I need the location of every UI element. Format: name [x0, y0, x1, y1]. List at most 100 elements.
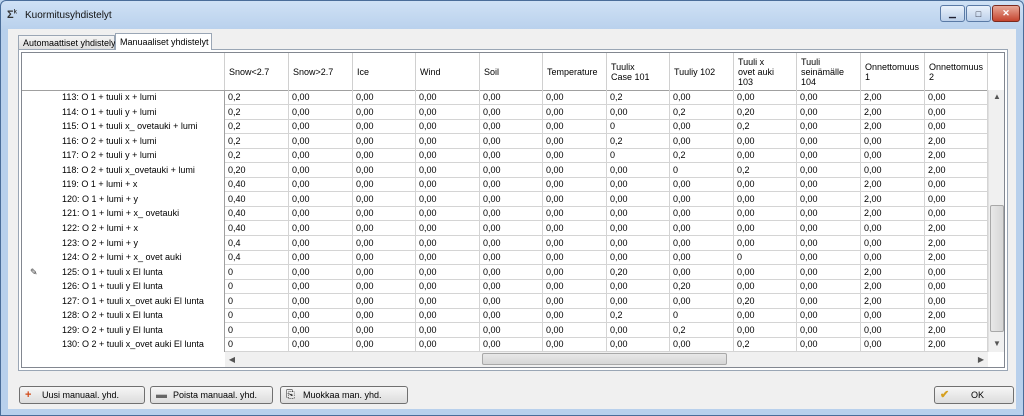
grid-cell[interactable]: 0,00 — [543, 322, 607, 338]
grid-cell[interactable]: 0,00 — [416, 250, 480, 266]
column-header[interactable]: Temperature — [543, 53, 607, 90]
grid-cell[interactable]: 0,00 — [861, 148, 925, 164]
table-row[interactable]: 123: O 2 + lumi + y 0,4 0,00 0,00 0,00 0,00 0,… — [22, 235, 997, 251]
grid-cell[interactable]: 0,00 — [797, 322, 861, 338]
grid-cell[interactable]: 0,00 — [416, 104, 480, 120]
grid-cell[interactable]: 0,2 — [670, 148, 734, 164]
grid-cell[interactable]: 2,00 — [861, 104, 925, 120]
grid-cell[interactable]: 0,00 — [543, 264, 607, 280]
column-header[interactable]: Wind — [416, 53, 480, 90]
grid-cell[interactable]: 0,00 — [670, 235, 734, 251]
grid-cell[interactable]: 0,00 — [543, 220, 607, 236]
grid-cell[interactable]: 0,00 — [543, 279, 607, 295]
table-row[interactable]: 116: O 2 + tuuli x + lumi 0,2 0,00 0,00 0,00… — [22, 133, 997, 149]
grid-cell[interactable]: 0,00 — [734, 148, 797, 164]
grid-cell[interactable]: 0,00 — [797, 279, 861, 295]
grid-cell[interactable]: 0,00 — [670, 90, 734, 105]
horizontal-scrollbar[interactable]: ◀ ▶ — [225, 352, 988, 367]
grid-cell[interactable]: 2,00 — [925, 308, 988, 324]
grid-cell[interactable]: 0,00 — [543, 119, 607, 135]
grid-cell[interactable]: 0,00 — [416, 264, 480, 280]
grid-cell[interactable]: 0,2 — [225, 90, 289, 105]
grid-cell[interactable]: 0,00 — [861, 337, 925, 353]
table-row[interactable]: 128: O 2 + tuuli x El lunta 0 0,00 0,00 0,00… — [22, 308, 997, 324]
grid-cell[interactable]: 0,00 — [480, 119, 543, 135]
grid-cell[interactable]: 0,00 — [861, 133, 925, 149]
column-header[interactable]: Snow>2.7 — [289, 53, 353, 90]
grid-cell[interactable]: 0,00 — [416, 191, 480, 207]
row-header[interactable]: 123: O 2 + lumi + y — [22, 235, 225, 251]
title-bar[interactable]: Σk Kuormitusyhdistelyt ▁ □ ✕ — [1, 1, 1023, 29]
column-header[interactable]: Tuuli x ovet auki 103 — [734, 53, 797, 90]
edit-manual-combination-button[interactable]: ⎘ Muokkaa man. yhd. — [280, 386, 408, 404]
grid-cell[interactable]: 0,2 — [734, 337, 797, 353]
table-row[interactable]: 121: O 1 + lumi + x_ ovetauki 0,40 0,00 0,0… — [22, 206, 997, 222]
grid-cell[interactable]: 0,00 — [416, 133, 480, 149]
grid-cell[interactable]: 0,2 — [607, 308, 670, 324]
grid-cell[interactable]: 0,00 — [543, 133, 607, 149]
row-header[interactable]: 116: O 2 + tuuli x + lumi — [22, 133, 225, 149]
grid-cell[interactable]: 0,2 — [670, 322, 734, 338]
grid-cell[interactable]: 0 — [225, 279, 289, 295]
grid-cell[interactable]: 0,00 — [289, 264, 353, 280]
table-row[interactable]: 122: O 2 + lumi + x 0,40 0,00 0,00 0,00 0,00 0… — [22, 220, 997, 236]
grid-cell[interactable]: 0,40 — [225, 177, 289, 193]
grid-cell[interactable]: 0,00 — [480, 90, 543, 105]
grid-cell[interactable]: 0,4 — [225, 235, 289, 251]
grid-cell[interactable]: 0,00 — [353, 177, 416, 193]
grid-cell[interactable]: 0,00 — [543, 177, 607, 193]
grid-cell[interactable]: 0,00 — [543, 104, 607, 120]
grid-cell[interactable]: 0,00 — [353, 90, 416, 105]
grid-cell[interactable]: 0,00 — [797, 162, 861, 178]
grid-cell[interactable]: 0,00 — [289, 206, 353, 222]
grid-cell[interactable]: 0,00 — [416, 220, 480, 236]
table-row[interactable]: 124: O 2 + lumi + x_ ovet auki 0,4 0,00 0,0… — [22, 250, 997, 266]
grid-cell[interactable]: 0,20 — [225, 162, 289, 178]
grid-cell[interactable]: 0,2 — [225, 148, 289, 164]
grid-cell[interactable]: 0,00 — [607, 322, 670, 338]
horizontal-scroll-thumb[interactable] — [482, 353, 727, 365]
tab-manual[interactable]: Manuaaliset yhdistelyt — [115, 33, 212, 50]
column-header[interactable]: Soil — [480, 53, 543, 90]
row-header[interactable]: 114: O 1 + tuuli y + lumi — [22, 104, 225, 120]
table-row[interactable]: 129: O 2 + tuuli y El lunta 0 0,00 0,00 0,00… — [22, 322, 997, 338]
grid-cell[interactable]: 2,00 — [925, 322, 988, 338]
column-header[interactable]: Tuulix Case 101 — [607, 53, 670, 90]
ok-button[interactable]: ✔ OK — [934, 386, 1014, 404]
maximize-button[interactable]: □ — [966, 5, 991, 22]
grid-cell[interactable]: 2,00 — [861, 177, 925, 193]
column-header[interactable]: Onnettomuus 1 — [861, 53, 925, 90]
grid-cell[interactable]: 0 — [225, 322, 289, 338]
grid-cell[interactable]: 0 — [670, 162, 734, 178]
grid-cell[interactable]: 2,00 — [861, 119, 925, 135]
grid-cell[interactable]: 0,00 — [734, 308, 797, 324]
grid-cell[interactable]: 0 — [607, 119, 670, 135]
grid-cell[interactable]: 0 — [225, 308, 289, 324]
row-header[interactable]: 118: O 2 + tuuli x_ovetauki + lumi — [22, 162, 225, 178]
grid-cell[interactable]: 2,00 — [925, 148, 988, 164]
grid-cell[interactable]: 2,00 — [861, 206, 925, 222]
row-header[interactable]: 127: O 1 + tuuli x_ovet auki El lunta — [22, 293, 225, 309]
combinations-grid[interactable]: Snow<2.7 Snow>2.7 Ice Wind Soil Temperature Tu… — [21, 52, 1005, 368]
grid-cell[interactable]: 0,00 — [416, 119, 480, 135]
grid-cell[interactable]: 0,2 — [734, 119, 797, 135]
grid-cell[interactable]: 0,00 — [734, 264, 797, 280]
grid-cell[interactable]: 0,00 — [734, 235, 797, 251]
grid-cell[interactable]: 0,00 — [353, 293, 416, 309]
table-row[interactable]: 119: O 1 + lumi + x 0,40 0,00 0,00 0,00 0,00 0… — [22, 177, 997, 193]
grid-cell[interactable]: 0,00 — [416, 322, 480, 338]
row-header[interactable]: 117: O 2 + tuuli y + lumi — [22, 148, 225, 164]
grid-cell[interactable]: 0,20 — [607, 264, 670, 280]
grid-cell[interactable]: 0,00 — [607, 104, 670, 120]
grid-cell[interactable]: 0,00 — [543, 191, 607, 207]
column-header[interactable]: Ice — [353, 53, 416, 90]
grid-cell[interactable]: 0,00 — [416, 235, 480, 251]
grid-cell[interactable]: 0,00 — [670, 293, 734, 309]
grid-cell[interactable]: 0,00 — [480, 220, 543, 236]
row-header[interactable]: ✎ 125: O 1 + tuuli x El lunta — [22, 264, 225, 280]
grid-cell[interactable]: 0,00 — [289, 104, 353, 120]
grid-cell[interactable]: 0,2 — [225, 133, 289, 149]
row-header[interactable]: 115: O 1 + tuuli x_ ovetauki + lumi — [22, 119, 225, 135]
grid-cell[interactable]: 0,00 — [670, 250, 734, 266]
grid-cell[interactable]: 0,00 — [416, 337, 480, 353]
